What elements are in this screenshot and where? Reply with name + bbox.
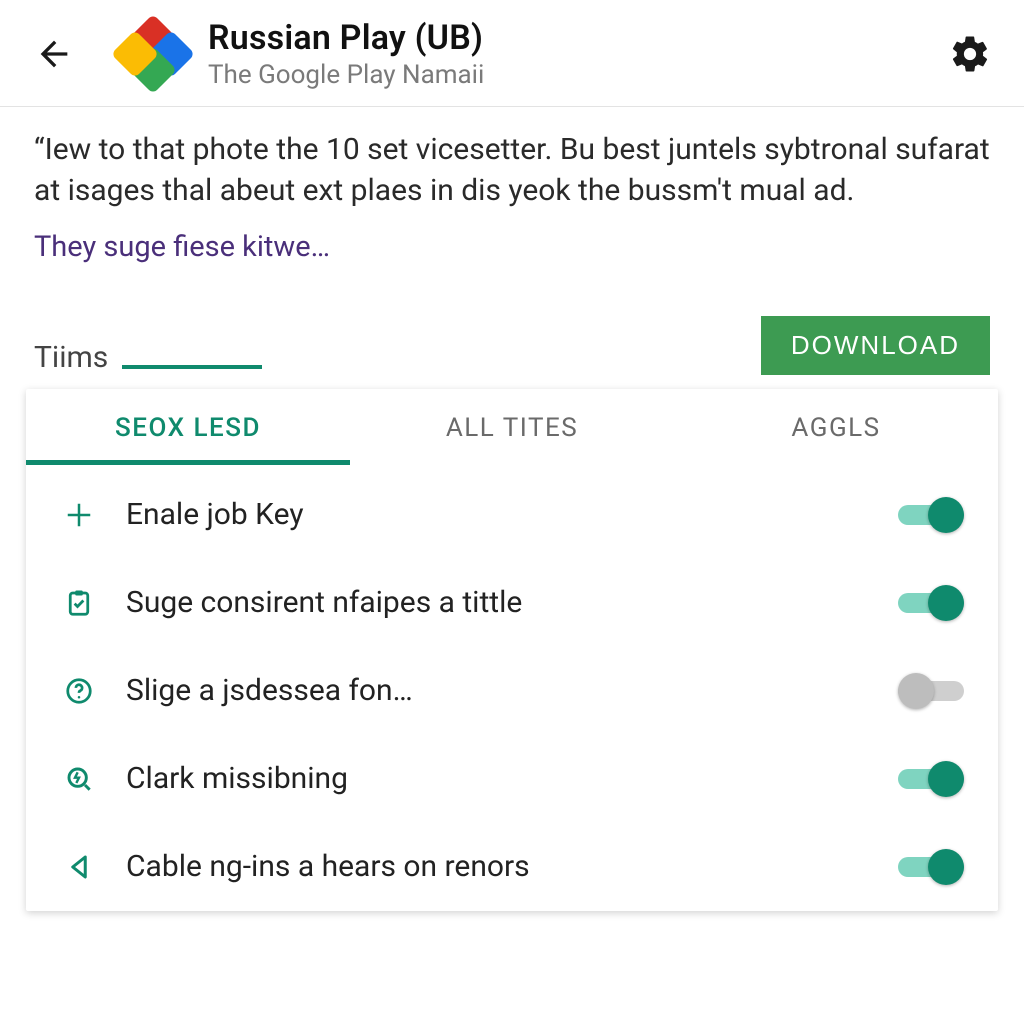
tab-label: ALL TITES	[446, 413, 578, 443]
toggle-switch[interactable]	[898, 673, 964, 709]
list-item: Cable ng-ins a hears on renors	[26, 823, 998, 911]
description-text: “Iew to that phote the 10 set vicesetter…	[34, 129, 990, 212]
header-bar: Russian Play (UB) The Google Play Namaii	[0, 0, 1024, 107]
app-subtitle: The Google Play Namaii	[208, 60, 944, 90]
list-item: Slige a jsdessea fon…	[26, 647, 998, 735]
toggle-switch[interactable]	[898, 761, 964, 797]
list-item-label: Cable ng-ins a hears on renors	[126, 849, 898, 884]
description-more-link[interactable]: They suge fiese kitwe…	[34, 230, 990, 264]
settings-button[interactable]	[944, 28, 996, 80]
app-title: Russian Play (UB)	[208, 18, 944, 58]
settings-list: Enale job Key Suge consirent nfaipes a t…	[26, 465, 998, 911]
section-underline	[122, 365, 262, 369]
header-titles: Russian Play (UB) The Google Play Namaii	[208, 18, 944, 90]
section-label: Tiims	[34, 340, 108, 375]
back-button[interactable]	[28, 28, 80, 80]
tab-label: AGGLS	[791, 413, 880, 443]
plus-icon	[50, 500, 108, 530]
list-item-label: Enale job Key	[126, 497, 898, 532]
arrow-left-icon	[34, 34, 74, 74]
download-button[interactable]: DOWNLOAD	[761, 316, 990, 375]
help-circle-icon	[50, 676, 108, 706]
tab-aggls[interactable]: AGGLS	[674, 389, 998, 465]
search-bolt-icon	[50, 763, 108, 795]
toggle-switch[interactable]	[898, 497, 964, 533]
list-item-label: Clark missibning	[126, 761, 898, 796]
list-item: Clark missibning	[26, 735, 998, 823]
tab-seox-lesd[interactable]: SEOX LESD	[26, 389, 350, 465]
list-item: Enale job Key	[26, 471, 998, 559]
toggle-switch[interactable]	[898, 585, 964, 621]
list-item-label: Slige a jsdessea fon…	[126, 673, 898, 708]
gear-icon	[949, 33, 991, 75]
tabs-card: SEOX LESD ALL TITES AGGLS Enale job Key …	[26, 389, 998, 911]
app-icon	[120, 19, 190, 89]
list-item: Suge consirent nfaipes a tittle	[26, 559, 998, 647]
tabs: SEOX LESD ALL TITES AGGLS	[26, 389, 998, 465]
triangle-left-icon	[50, 852, 108, 882]
toggle-switch[interactable]	[898, 849, 964, 885]
tab-all-tites[interactable]: ALL TITES	[350, 389, 674, 465]
section-row: Tiims DOWNLOAD	[0, 272, 1024, 375]
list-item-label: Suge consirent nfaipes a tittle	[126, 585, 898, 620]
description-block: “Iew to that phote the 10 set vicesetter…	[0, 107, 1024, 272]
clipboard-check-icon	[50, 588, 108, 618]
tab-label: SEOX LESD	[115, 413, 261, 443]
